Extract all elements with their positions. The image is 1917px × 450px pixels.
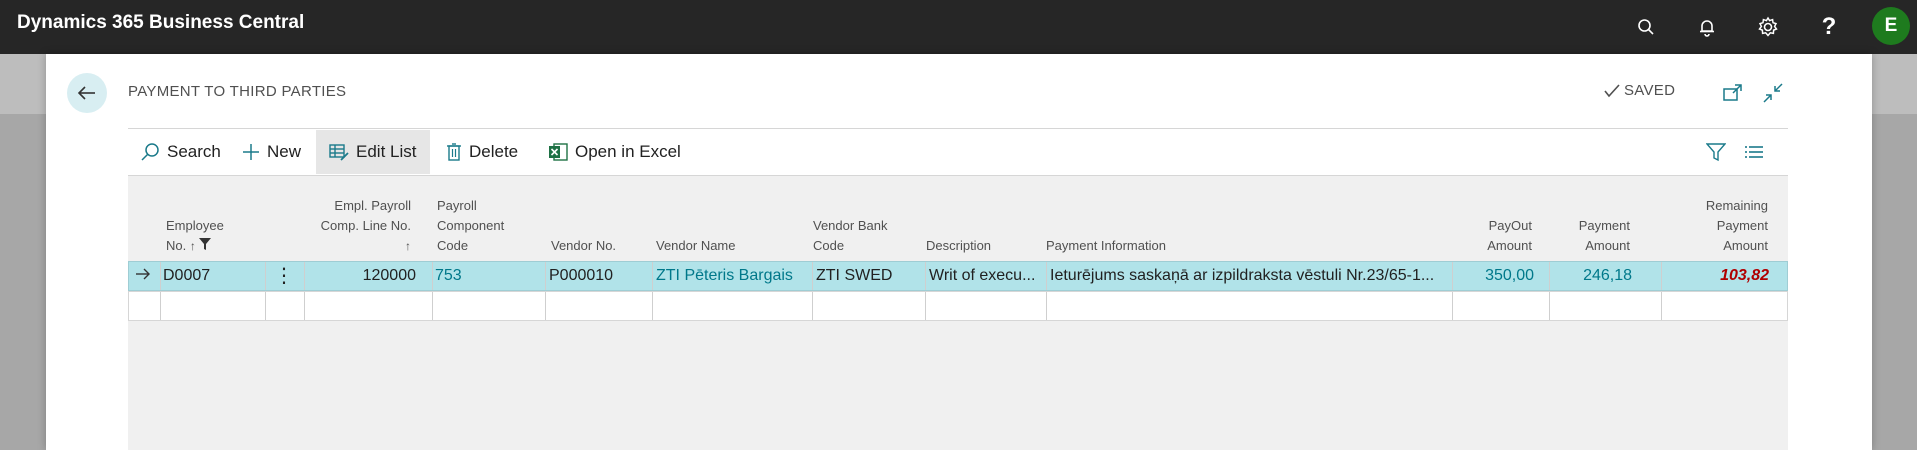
cell-payroll-component-code[interactable]: 753 [435,262,535,290]
sort-ascending-icon: ↑ [189,239,196,253]
cell-vendor-no[interactable]: P000010 [549,262,649,290]
cell-description[interactable]: Writ of execu... [929,262,1043,290]
cell-vendor-bank-code[interactable]: ZTI SWED [816,262,921,290]
column-header-vendor-no[interactable]: Vendor No. [551,236,616,256]
trash-icon [447,143,461,161]
list-view-button[interactable] [1744,130,1764,174]
back-button[interactable] [67,73,107,113]
column-header-empl-payroll-comp-line-no[interactable]: Empl. Payroll Comp. Line No. ↑ [291,196,411,256]
cell-payment-amount[interactable]: 246,18 [1554,262,1632,290]
page-dialog: PAYMENT TO THIRD PARTIES SAVED Search Ne… [46,54,1872,450]
delete-button[interactable]: Delete [438,130,526,174]
help-icon[interactable]: ? [1815,13,1843,41]
edit-list-button-label: Edit List [356,142,417,161]
saved-status-label: SAVED [1624,82,1676,99]
arrow-left-icon [77,86,95,100]
search-button[interactable]: Search [132,130,229,174]
new-button[interactable]: New [234,130,309,174]
column-header-employee-no[interactable]: Employee No. ↑ [166,216,224,256]
table-row-empty[interactable] [128,291,1788,321]
column-header-vendor-name[interactable]: Vendor Name [656,236,736,256]
cell-employee-no[interactable]: D0007 [163,262,243,290]
open-in-excel-button[interactable]: Open in Excel [540,130,689,174]
row-selector-arrow-icon [135,262,151,290]
search-icon [141,143,159,161]
cell-empl-payroll-comp-line-no[interactable]: 120000 [309,262,416,290]
action-bar-top-divider [128,128,1788,129]
new-button-label: New [267,142,302,161]
column-header-vendor-bank-code[interactable]: Vendor Bank Code [813,216,887,256]
row-actions-menu-icon[interactable]: ⋮ [269,262,299,290]
search-icon[interactable] [1632,13,1660,41]
gear-icon[interactable] [1754,13,1782,41]
table-row[interactable]: D0007 ⋮ 120000 753 P000010 ZTI Pēteris B… [128,261,1788,291]
sort-ascending-icon: ↑ [405,239,411,253]
column-header-description[interactable]: Description [926,236,991,256]
checkmark-icon [1604,83,1620,97]
edit-list-icon [329,144,349,161]
filter-button[interactable] [1706,130,1726,174]
excel-icon [549,143,568,161]
app-bar: Dynamics 365 Business Central ? E [0,0,1917,54]
avatar[interactable]: E [1872,7,1910,45]
list-icon [1745,146,1763,158]
delete-button-label: Delete [469,142,519,161]
open-in-excel-button-label: Open in Excel [575,142,681,161]
filter-icon [199,238,212,250]
column-header-payment-amount[interactable]: Payment Amount [1556,216,1630,256]
filter-icon [1706,143,1726,162]
cell-payment-information[interactable]: Ieturējums saskaņā ar izpildraksta vēstu… [1050,262,1450,290]
column-header-payment-information[interactable]: Payment Information [1046,236,1166,256]
cell-remaining-payment-amount[interactable]: 103,82 [1669,262,1769,290]
bell-icon[interactable] [1693,13,1721,41]
cell-vendor-name[interactable]: ZTI Pēteris Bargais [656,262,811,290]
app-title[interactable]: Dynamics 365 Business Central [17,12,304,34]
search-button-label: Search [167,142,221,161]
column-header-remaining-payment-amount[interactable]: Remaining Payment Amount [1646,196,1768,256]
saved-status: SAVED [1604,82,1675,99]
cell-payout-amount[interactable]: 350,00 [1459,262,1534,290]
column-header-payout-amount[interactable]: PayOut Amount [1466,216,1532,256]
page-title: PAYMENT TO THIRD PARTIES [128,83,347,100]
plus-icon [243,144,259,160]
collapse-icon[interactable] [1761,81,1785,105]
open-new-window-icon[interactable] [1721,81,1745,105]
edit-list-button[interactable]: Edit List [316,130,430,174]
column-header-payroll-component-code[interactable]: Payroll Component Code [437,196,504,256]
